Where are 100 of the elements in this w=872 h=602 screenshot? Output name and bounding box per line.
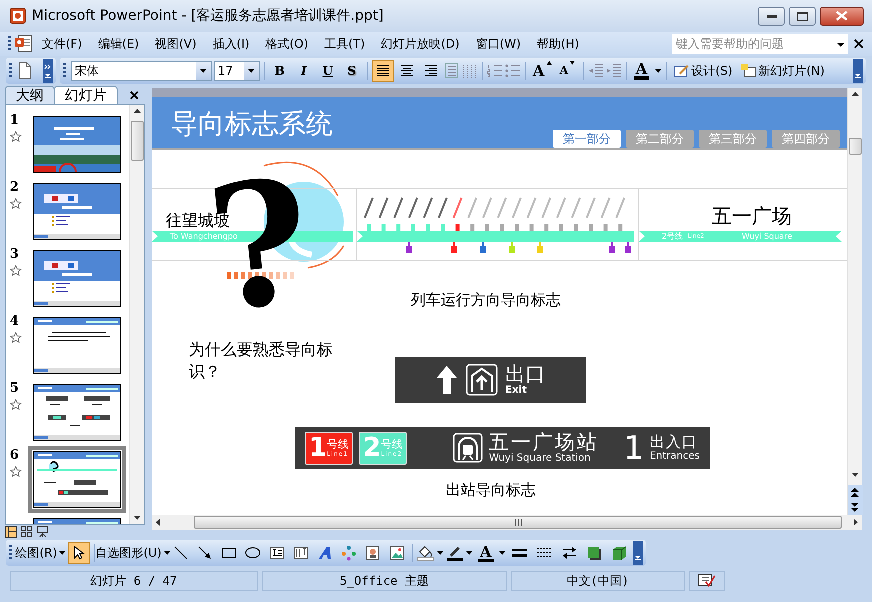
new-document-icon[interactable] — [17, 62, 33, 80]
text-box-icon[interactable] — [269, 545, 286, 561]
new-slide-button[interactable]: 新幻灯片(N) — [738, 60, 828, 82]
menu-item[interactable]: 插入(I) — [204, 35, 258, 53]
normal-view-icon[interactable] — [5, 526, 17, 538]
font-color-button[interactable]: A — [475, 542, 497, 564]
app-icon — [10, 8, 26, 24]
line-icon[interactable] — [173, 545, 190, 561]
new-slide-icon — [740, 64, 757, 78]
line-number: 2 — [363, 434, 382, 462]
status-text: 幻灯片 6 / 47 — [10, 571, 258, 591]
menu-item[interactable]: 帮助(H) — [529, 35, 588, 53]
wordart-icon[interactable] — [317, 545, 334, 561]
vertical-text-box-icon[interactable] — [293, 545, 310, 561]
caret-icon[interactable] — [437, 551, 444, 555]
sign-label: 出口 — [506, 363, 546, 385]
caret-icon[interactable] — [654, 69, 662, 73]
slide-thumbnail[interactable] — [28, 446, 126, 513]
menu-item[interactable]: 幻灯片放映(D) — [373, 35, 468, 53]
up-arrow-icon — [436, 365, 458, 395]
scroll-thumb[interactable] — [848, 138, 862, 155]
slide-title: 导向标志系统 — [171, 108, 333, 142]
menu-item[interactable]: 文件(F) — [34, 35, 90, 53]
close-icon — [836, 11, 848, 21]
line-number: 1 — [309, 434, 328, 462]
shadow-button[interactable]: S — [341, 60, 363, 82]
shrink-font-button[interactable]: A — [556, 60, 579, 82]
toolbar-options-icon[interactable] — [43, 59, 53, 83]
minimize-button[interactable] — [758, 6, 785, 26]
diagram-icon[interactable] — [341, 545, 358, 561]
section-tab[interactable]: 第一部分 — [553, 130, 621, 148]
shadow-icon[interactable] — [586, 545, 603, 561]
bullets-icon[interactable] — [505, 64, 521, 78]
arrow-icon[interactable] — [197, 545, 214, 561]
previous-slide-icon[interactable] — [848, 485, 862, 500]
decrease-indent-icon[interactable] — [588, 64, 604, 78]
caret-icon — [164, 551, 171, 555]
numbering-icon[interactable] — [487, 64, 503, 78]
station-name: 五一广场站 — [489, 432, 600, 452]
scroll-thumb[interactable] — [194, 516, 842, 529]
autoshapes-button[interactable]: 自选图形(U) — [98, 542, 168, 564]
draw-menu-button[interactable]: 绘图(R) — [16, 542, 66, 564]
close-icon[interactable] — [130, 90, 139, 100]
slide-show-icon[interactable] — [37, 526, 49, 538]
design-button[interactable]: 设计(S) — [670, 60, 736, 82]
slide-number: 6 — [10, 447, 20, 465]
increase-indent-icon[interactable] — [606, 64, 622, 78]
fill-color-icon[interactable] — [417, 545, 435, 561]
station-english-name: Wuyi Square — [742, 231, 792, 242]
grow-font-button[interactable]: A — [530, 60, 555, 82]
close-button[interactable] — [820, 6, 864, 26]
distribute-vertical-icon[interactable] — [444, 63, 460, 79]
oval-icon[interactable] — [245, 545, 262, 561]
next-slide-icon[interactable] — [848, 500, 862, 515]
line-color-icon[interactable] — [446, 545, 464, 561]
columns-icon[interactable] — [462, 63, 478, 79]
menu-item[interactable]: 工具(T) — [316, 35, 374, 53]
picture-icon[interactable] — [389, 545, 406, 561]
slide-sorter-icon[interactable] — [21, 526, 33, 538]
menu-item[interactable]: 视图(V) — [147, 35, 205, 53]
three-d-icon[interactable] — [611, 545, 628, 561]
rectangle-icon[interactable] — [221, 545, 238, 561]
spelling-check-icon — [698, 574, 716, 588]
align-left-button[interactable] — [372, 60, 394, 82]
toolbar-options-icon[interactable] — [633, 541, 643, 565]
align-right-icon — [425, 65, 437, 77]
select-tool-button[interactable] — [68, 542, 90, 564]
question-text: 为什么要熟悉导向标识？ — [189, 339, 334, 383]
star-icon — [10, 198, 22, 208]
toolbar-options-icon[interactable] — [853, 59, 863, 83]
menu-item[interactable]: 格式(O) — [258, 35, 317, 53]
maximize-button[interactable] — [789, 6, 816, 26]
sign-caption: 出站导向标志 — [446, 480, 536, 501]
pane-tab[interactable]: 幻灯片 — [54, 86, 118, 104]
caret-icon[interactable] — [466, 551, 473, 555]
font-size-field[interactable]: 17 — [214, 61, 260, 81]
align-center-icon — [401, 65, 413, 77]
star-icon — [10, 264, 22, 276]
sign-english-label: Exit — [506, 385, 528, 397]
star-icon — [10, 332, 22, 342]
menu-item[interactable]: 窗口(W) — [468, 35, 530, 53]
scroll-thumb[interactable] — [130, 121, 144, 161]
minimize-icon — [766, 14, 776, 18]
caret-icon[interactable] — [499, 551, 506, 555]
up-triangle-icon — [546, 61, 552, 65]
sign-caption: 列车运行方向导向标志 — [411, 290, 561, 311]
close-icon[interactable] — [854, 39, 864, 49]
font-field[interactable]: 宋体 — [71, 61, 212, 81]
pane-tab[interactable]: 大纲 — [5, 86, 55, 104]
star-icon — [10, 466, 22, 476]
underline-button[interactable]: U — [317, 60, 339, 82]
font-color-button[interactable]: A — [630, 60, 653, 82]
slide-number: 5 — [10, 380, 20, 398]
arrow-style-icon[interactable] — [561, 545, 578, 561]
italic-button[interactable]: I — [293, 60, 315, 82]
sign-label: 出入口 — [650, 433, 699, 451]
bold-button[interactable]: B — [269, 60, 291, 82]
clip-art-icon[interactable] — [365, 545, 382, 561]
menu-item[interactable]: 编辑(E) — [90, 35, 148, 53]
line-label: 2号线 — [662, 231, 684, 242]
